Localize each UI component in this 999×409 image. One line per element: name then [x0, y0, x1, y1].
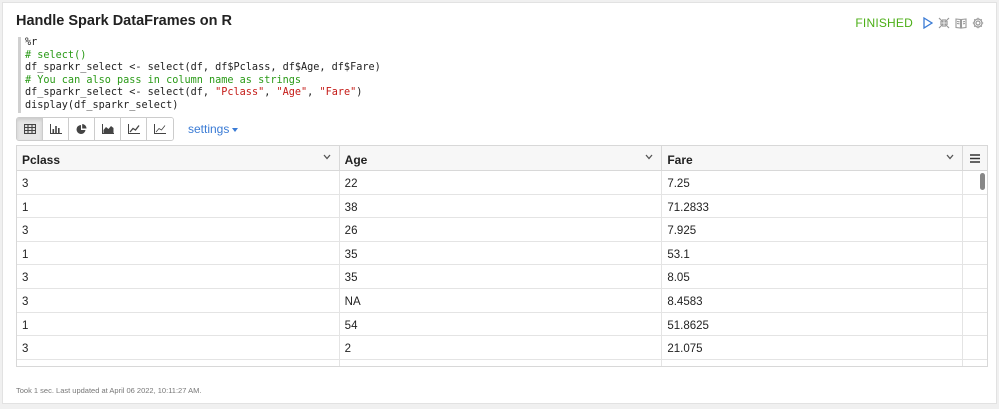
table-cell: 71.2833 — [662, 194, 964, 218]
table-cell: 7.925 — [662, 218, 964, 241]
settings-dropdown[interactable]: settings — [188, 122, 239, 136]
settings-label: settings — [188, 122, 230, 136]
code-line: # You can also pass in column name as st… — [25, 74, 302, 86]
chevron-down-icon[interactable] — [645, 154, 653, 160]
table-cell: 3 — [17, 171, 340, 194]
caret-down-icon — [232, 127, 239, 132]
column-label: Age — [344, 153, 368, 167]
code-text: df_sparkr_select <- select(df, — [25, 87, 216, 99]
table-row: 3 22 7.25 — [17, 171, 987, 195]
code-text: , — [264, 87, 277, 99]
table-cell: 35 — [340, 241, 663, 265]
table-row: 3 NA 8.4583 — [17, 288, 987, 313]
scatter-chart-button[interactable] — [147, 118, 173, 140]
code-line: df_sparkr_select <- select(df, "Pclass",… — [25, 87, 362, 98]
table-cell: 8.4583 — [662, 288, 964, 312]
code-line: # select() — [25, 49, 87, 61]
table-row: 3 35 8.05 — [17, 265, 987, 289]
code-string: "Fare" — [319, 87, 357, 99]
code-line: display(df_sparkr_select) — [25, 99, 179, 111]
column-menu-button[interactable] — [963, 146, 987, 170]
code-line: %r — [25, 37, 38, 48]
code-string: "Pclass" — [215, 87, 265, 99]
table-cell: 3 — [17, 218, 340, 241]
code-text: ) — [356, 87, 363, 99]
column-header-age[interactable]: Age — [340, 146, 663, 170]
table-cell: 3 — [17, 336, 340, 359]
results-table: Pclass Age Fare 3 22 7.25 1 38 71.2833 3… — [16, 145, 988, 367]
paragraph-card: Handle Spark DataFrames on R FINISHED %r… — [2, 2, 997, 404]
pie-chart-icon — [76, 123, 87, 134]
table-cell: NA — [340, 288, 663, 312]
bar-chart-icon — [49, 124, 62, 134]
table-cell — [17, 359, 340, 366]
table-cell: 35 — [340, 265, 663, 288]
scatter-chart-icon — [154, 124, 166, 134]
table-row: 3 2 21.075 — [17, 336, 987, 360]
column-label: Pclass — [22, 153, 61, 167]
table-view-button[interactable] — [17, 118, 43, 140]
column-header-pclass[interactable]: Pclass — [17, 146, 340, 170]
code-string: "Age" — [276, 87, 308, 99]
table-cell: 2 — [340, 336, 663, 359]
code-editor[interactable]: %r # select() df_sparkr_select <- select… — [18, 37, 381, 113]
table-cell: 54 — [340, 312, 663, 336]
table-cell: 1 — [17, 312, 340, 336]
table-icon — [23, 124, 36, 134]
table-cell — [662, 359, 964, 366]
paragraph-controls: FINISHED — [855, 16, 984, 30]
table-cell: 7.25 — [662, 171, 964, 194]
visualization-toolbar: settings — [16, 117, 239, 141]
table-row: 1 35 53.1 — [17, 241, 987, 266]
pie-chart-button[interactable] — [69, 118, 95, 140]
chevron-down-icon[interactable] — [946, 154, 954, 160]
table-row: 1 38 71.2833 — [17, 194, 987, 219]
chevron-down-icon[interactable] — [323, 154, 331, 160]
visualization-button-group — [16, 117, 174, 141]
table-cell: 51.8625 — [662, 312, 964, 336]
table-cell: 3 — [17, 288, 340, 312]
paragraph-footer: Took 1 sec. Last updated at April 06 202… — [16, 386, 202, 395]
line-chart-icon — [127, 124, 140, 134]
table-header: Pclass Age Fare — [17, 146, 987, 171]
table-cell: 26 — [340, 218, 663, 241]
table-row — [17, 359, 987, 366]
column-label: Fare — [667, 153, 693, 167]
table-scrollbar[interactable] — [980, 173, 985, 190]
table-cell: 38 — [340, 194, 663, 218]
column-header-fare[interactable]: Fare — [662, 146, 964, 170]
table-cell: 53.1 — [662, 241, 964, 265]
table-cell: 21.075 — [662, 336, 964, 359]
area-chart-icon — [101, 124, 114, 134]
book-icon[interactable] — [955, 17, 967, 29]
table-cell: 22 — [340, 171, 663, 194]
gear-icon[interactable] — [972, 17, 984, 29]
code-text: , — [307, 87, 320, 99]
hamburger-icon — [970, 153, 981, 163]
collapse-icon[interactable] — [938, 17, 950, 29]
table-row: 1 54 51.8625 — [17, 312, 987, 337]
bar-chart-button[interactable] — [43, 118, 69, 140]
table-cell: 3 — [17, 265, 340, 288]
status-label: FINISHED — [855, 16, 913, 30]
table-cell: 8.05 — [662, 265, 964, 288]
paragraph-title[interactable]: Handle Spark DataFrames on R — [16, 13, 232, 29]
code-line: df_sparkr_select <- select(df, df$Pclass… — [25, 62, 381, 74]
table-cell: 1 — [17, 241, 340, 265]
table-cell: 1 — [17, 194, 340, 218]
run-icon[interactable] — [922, 17, 933, 29]
table-row: 3 26 7.925 — [17, 218, 987, 242]
table-cell — [340, 359, 663, 366]
line-chart-button[interactable] — [121, 118, 147, 140]
area-chart-button[interactable] — [95, 118, 121, 140]
